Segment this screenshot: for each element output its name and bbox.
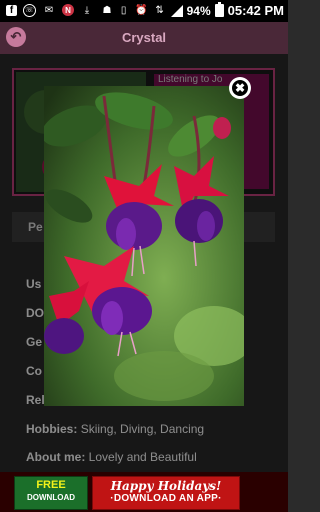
facebook-icon: f — [6, 4, 17, 16]
ad-headline-box[interactable]: Happy Holidays! ·DOWNLOAD AN APP· — [92, 476, 240, 510]
mail-icon: ✉ — [44, 4, 54, 16]
battery-icon — [214, 2, 224, 17]
system-icons: ▯ ⏰ ⇅ 94% 05:42 PM — [117, 2, 284, 18]
ad-free-badge[interactable]: FREE DOWNLOAD — [14, 476, 88, 510]
android-icon: ☗ — [102, 4, 112, 16]
page-title: Crystal — [121, 30, 167, 45]
ad-download-label: DOWNLOAD — [27, 493, 75, 502]
vibrate-icon: ▯ — [120, 5, 127, 16]
ad-banner[interactable]: FREE DOWNLOAD Happy Holidays! ·DOWNLOAD … — [0, 472, 288, 512]
app-bar: ↶ Crystal — [0, 22, 288, 54]
ad-cta: ·DOWNLOAD AN APP· — [110, 493, 222, 504]
whatsapp-icon: ☏ — [23, 3, 36, 17]
fuchsia-flower-photo — [44, 86, 244, 406]
close-icon: ✖ — [232, 80, 248, 96]
n-app-icon: N — [62, 4, 74, 16]
data-arrows-icon: ⇅ — [155, 5, 164, 16]
clock: 05:42 PM — [227, 3, 284, 18]
close-button[interactable]: ✖ — [229, 77, 251, 99]
battery-percent: 94% — [186, 3, 211, 18]
download-icon: ⤓ — [84, 4, 90, 16]
ad-headline: Happy Holidays! — [110, 479, 222, 493]
status-bar: f ☏ ✉ N ⤓ ☗ ▯ ⏰ ⇅ 94% 05:42 PM — [0, 0, 288, 22]
ad-free-label: FREE — [36, 479, 66, 491]
notification-icons: f ☏ ✉ N ⤓ ☗ — [6, 3, 114, 17]
alarm-icon: ⏰ — [135, 5, 148, 16]
signal-icon — [170, 4, 183, 17]
photo-popup[interactable] — [44, 86, 244, 406]
